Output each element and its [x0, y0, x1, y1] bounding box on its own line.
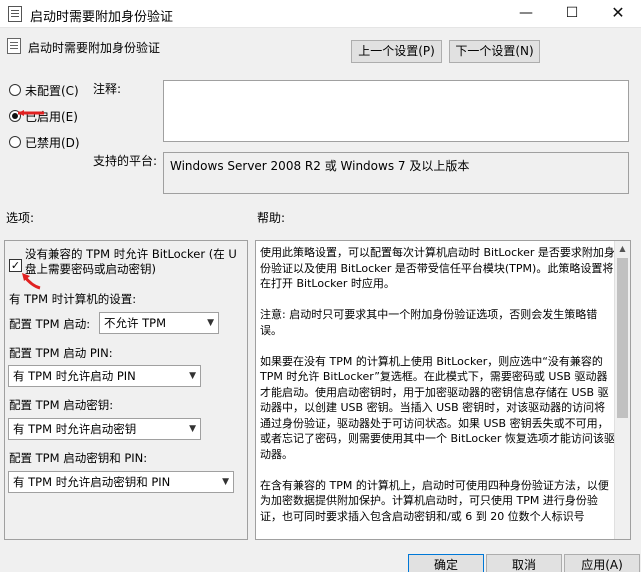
scroll-up-icon[interactable]: ▲ [615, 241, 630, 257]
cancel-button[interactable]: 取消 [486, 554, 562, 572]
maximize-button[interactable]: ☐ [549, 0, 595, 28]
select-value: 不允许 TPM [104, 316, 167, 330]
tpm-section-label: 有 TPM 时计算机的设置: [9, 292, 137, 306]
radio-label: 已禁用(D) [25, 135, 80, 150]
minimize-button[interactable]: — [503, 0, 549, 28]
radio-not-configured[interactable]: 未配置(C) [9, 81, 79, 99]
policy-icon [8, 6, 22, 22]
select-value: 有 TPM 时允许启动 PIN [13, 369, 136, 383]
checkbox-label: 没有兼容的 TPM 时允许 BitLocker (在 U 盘上需要密码或启动密钥… [25, 247, 237, 276]
annotation-arrow-icon [18, 110, 44, 116]
help-paragraph: 如果要在没有 TPM 的计算机上使用 BitLocker，则应选中“没有兼容的 … [260, 354, 615, 461]
platform-label: 支持的平台: [93, 154, 158, 168]
chevron-down-icon: ▼ [189, 371, 196, 381]
previous-setting-button[interactable]: 上一个设置(P) [351, 40, 442, 63]
comment-textarea[interactable] [163, 80, 629, 142]
tpm-key-pin-label: 配置 TPM 启动密钥和 PIN: [9, 451, 148, 465]
policy-icon [7, 38, 21, 54]
comment-label: 注释: [93, 82, 122, 96]
apply-button[interactable]: 应用(A) [564, 554, 640, 572]
help-text: 使用此策略设置，可以配置每次计算机启动时 BitLocker 是否要求附加身份验… [260, 245, 615, 539]
platform-value: Windows Server 2008 R2 或 Windows 7 及以上版本 [163, 152, 629, 194]
help-panel[interactable]: 使用此策略设置，可以配置每次计算机启动时 BitLocker 是否要求附加身份验… [255, 240, 631, 540]
chevron-down-icon: ▼ [189, 424, 196, 434]
help-paragraph: 在含有兼容的 TPM 的计算机上，启动时可使用四种身份验证方法，以便为加密数据提… [260, 478, 609, 523]
tpm-pin-label: 配置 TPM 启动 PIN: [9, 346, 113, 360]
help-scrollbar[interactable]: ▲ [614, 241, 630, 539]
chevron-down-icon: ▼ [222, 477, 229, 487]
tpm-startup-label: 配置 TPM 启动: [9, 317, 91, 331]
tpm-key-label: 配置 TPM 启动密钥: [9, 398, 114, 412]
ok-button[interactable]: 确定 [408, 554, 484, 572]
next-setting-button[interactable]: 下一个设置(N) [449, 40, 540, 63]
tpm-startup-select[interactable]: 不允许 TPM ▼ [99, 312, 219, 334]
select-value: 有 TPM 时允许启动密钥和 PIN [13, 475, 171, 489]
setting-title: 启动时需要附加身份验证 [28, 41, 161, 55]
help-paragraph: 注意: 启动时只可要求其中一个附加身份验证选项，否则会发生策略错误。 [260, 308, 598, 337]
select-value: 有 TPM 时允许启动密钥 [13, 422, 137, 436]
close-button[interactable]: ✕ [595, 0, 641, 28]
radio-disabled[interactable]: 已禁用(D) [9, 133, 80, 151]
window-title: 启动时需要附加身份验证 [30, 10, 174, 25]
tpm-key-pin-select[interactable]: 有 TPM 时允许启动密钥和 PIN ▼ [8, 471, 234, 493]
tpm-pin-select[interactable]: 有 TPM 时允许启动 PIN ▼ [8, 365, 201, 387]
help-paragraph: 使用此策略设置，可以配置每次计算机启动时 BitLocker 是否要求附加身份验… [260, 246, 615, 290]
help-label: 帮助: [257, 211, 286, 225]
tpm-key-select[interactable]: 有 TPM 时允许启动密钥 ▼ [8, 418, 201, 440]
radio-button[interactable] [9, 136, 21, 148]
title-bar: 启动时需要附加身份验证 — ☐ ✕ [0, 0, 641, 28]
chevron-down-icon: ▼ [207, 318, 214, 328]
radio-label: 未配置(C) [25, 83, 79, 98]
radio-button[interactable] [9, 84, 21, 96]
annotation-arrow-icon [22, 273, 41, 290]
options-label: 选项: [6, 211, 35, 225]
scroll-thumb[interactable] [617, 258, 628, 418]
